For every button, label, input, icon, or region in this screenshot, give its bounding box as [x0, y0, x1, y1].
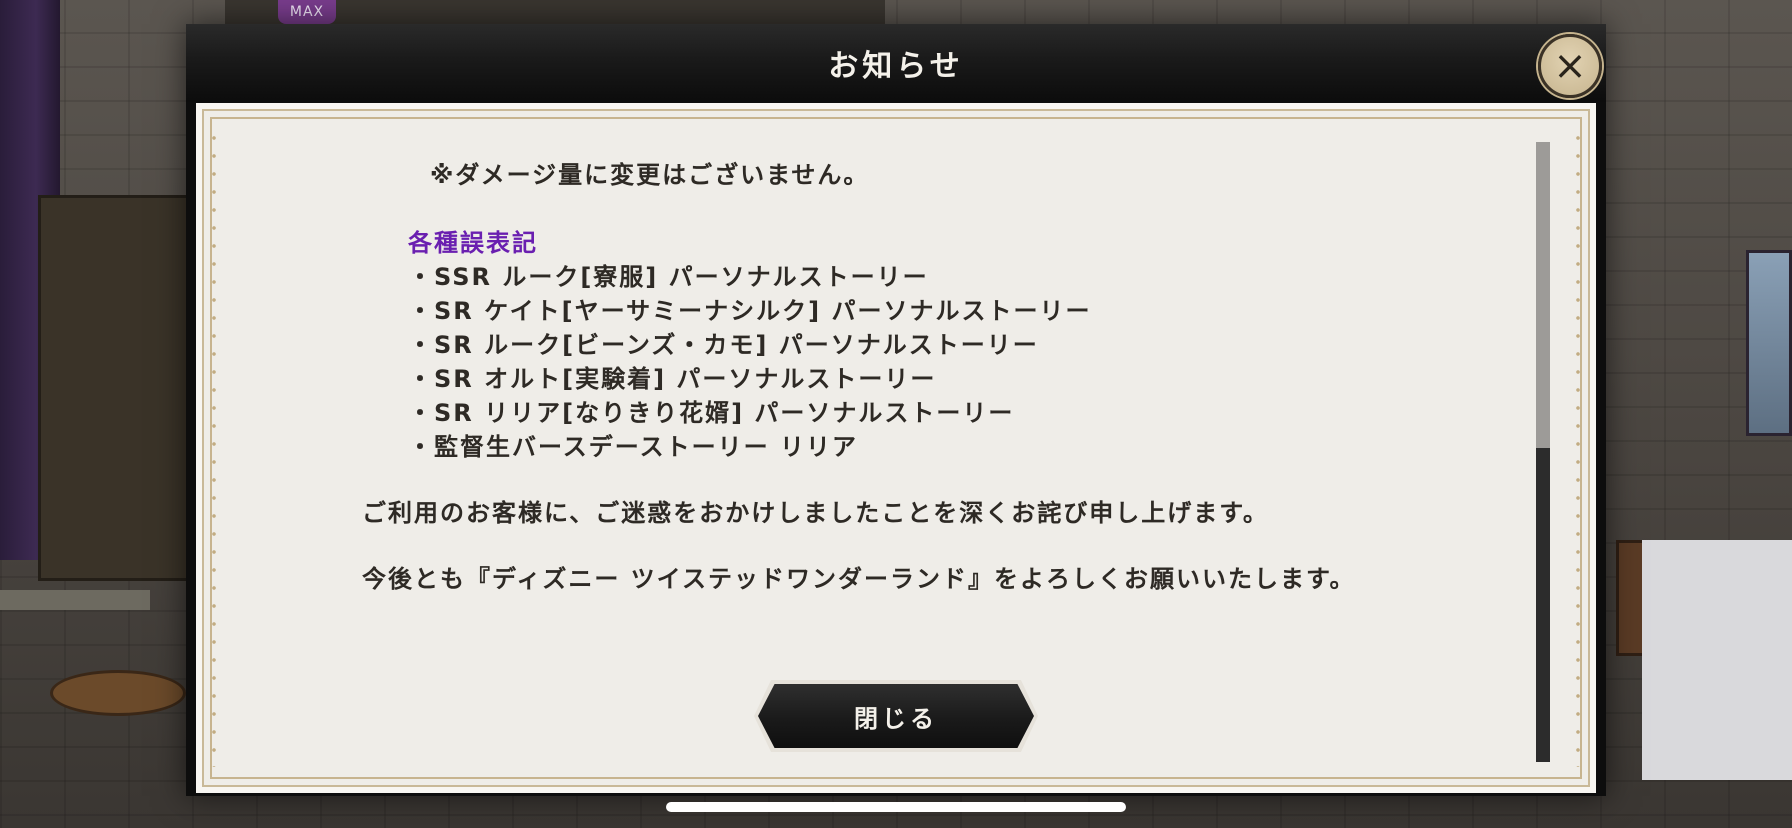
- notice-apology: ご利用のお客様に、ご迷惑をおかけしましたことを深くお詫び申し上げます。: [362, 499, 1269, 527]
- notice-heading: 各種誤表記: [408, 229, 538, 257]
- notice-list-item: ・SSR ルーク[寮服] パーソナルストーリー: [408, 263, 929, 291]
- notice-line: ※ダメージ量に変更はございません。: [430, 161, 870, 189]
- bed: [1642, 540, 1792, 780]
- notice-list-item: ・SR ルーク[ビーンズ・カモ] パーソナルストーリー: [408, 331, 1039, 359]
- notice-list-item: ・SR ケイト[ヤーサミーナシルク] パーソナルストーリー: [408, 297, 1092, 325]
- cabinet: [38, 195, 194, 581]
- close-button[interactable]: 閉じる: [758, 684, 1034, 748]
- modal-header: お知らせ: [186, 24, 1606, 102]
- home-indicator[interactable]: [666, 802, 1126, 812]
- notice-list-item: ・SR リリア[なりきり花婿] パーソナルストーリー: [408, 399, 1015, 427]
- modal-title: お知らせ: [828, 49, 964, 84]
- dotted-border-right: [1576, 129, 1580, 767]
- notice-list-item: ・監督生バースデーストーリー リリア: [408, 433, 858, 461]
- max-badge: MAX: [278, 0, 336, 24]
- scrollbar-track[interactable]: [1536, 142, 1550, 762]
- scrollbar-thumb[interactable]: [1536, 448, 1550, 762]
- side-table: [0, 590, 150, 610]
- stool: [50, 670, 186, 716]
- window: [1746, 250, 1792, 436]
- close-icon[interactable]: ×: [1538, 34, 1602, 98]
- notice-list-item: ・SR オルト[実験着] パーソナルストーリー: [408, 365, 937, 393]
- notice-closing: 今後とも『ディズニー ツイステッドワンダーランド』をよろしくお願いいたします。: [362, 565, 1356, 593]
